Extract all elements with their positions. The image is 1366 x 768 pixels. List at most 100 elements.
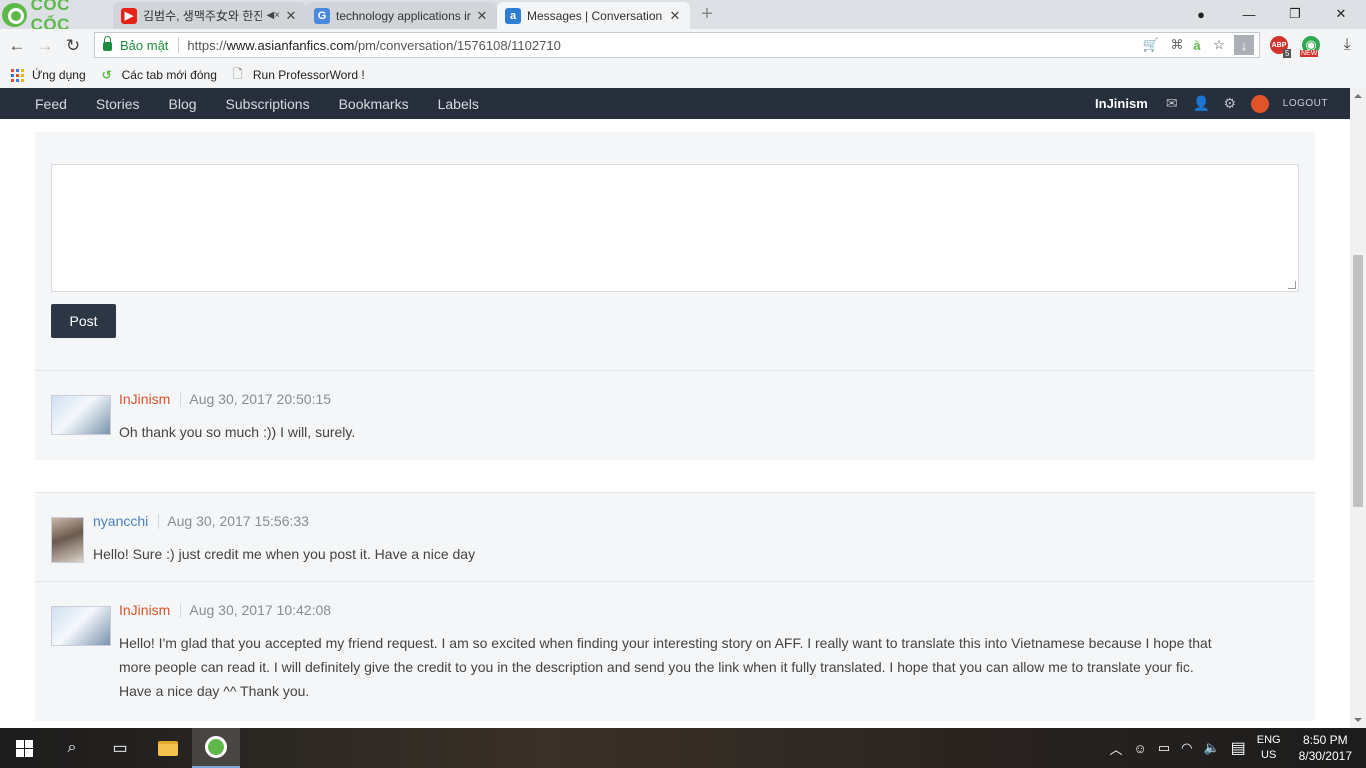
google-translate-icon: G (314, 7, 330, 24)
bookmark-professorword[interactable]: 🗋 Run ProfessorWord ! (231, 66, 365, 83)
chevron-up-icon[interactable]: ︿ (1110, 739, 1123, 758)
forward-button[interactable]: → (34, 35, 56, 57)
browser-brand-logo[interactable]: CỐC CỐC (2, 0, 110, 34)
bookmark-label: Các tab mới đóng (121, 68, 217, 82)
browser-tab-messages[interactable]: a Messages | Conversation - ✕ (497, 2, 690, 29)
avatar[interactable] (51, 517, 84, 563)
nav-subscriptions[interactable]: Subscriptions (226, 96, 310, 112)
message-author[interactable]: nyancchi (93, 513, 148, 529)
nav-bookmarks[interactable]: Bookmarks (339, 96, 409, 112)
bookmark-label: Ứng dụng (32, 68, 86, 82)
start-button[interactable] (0, 728, 48, 768)
message-item: nyancchi Aug 30, 2017 15:56:33 Hello! Su… (35, 492, 1315, 582)
message-date: Aug 30, 2017 20:50:15 (189, 391, 332, 407)
close-window-button[interactable]: ✕ (1318, 0, 1364, 28)
scroll-down-icon[interactable] (1354, 718, 1362, 722)
tab-close-icon[interactable]: ✕ (668, 8, 682, 24)
site-logo-icon[interactable] (1250, 94, 1269, 113)
windows-logo-icon (15, 739, 33, 757)
file-explorer-icon[interactable] (144, 728, 192, 768)
post-button[interactable]: Post (51, 304, 116, 338)
avatar[interactable] (51, 395, 111, 435)
history-icon: ↺ (101, 68, 112, 82)
message-author[interactable]: InJinism (119, 602, 170, 618)
profile-icon[interactable]: ● (1178, 0, 1224, 28)
conversation-content: Post InJinism Aug 30, 2017 20:50:15 Oh t… (0, 119, 1350, 728)
secure-label: Bảo mật (120, 37, 169, 53)
tab-title: Messages | Conversation - (527, 8, 664, 23)
new-tab-button[interactable]: + (697, 4, 717, 24)
browser-tab-strip: CỐC CỐC ▶ 김범수, 생맥주女와 한잔 ◀× ✕ G technolog… (0, 0, 1366, 34)
tab-title: technology applications in (336, 8, 471, 23)
tab-title: 김범수, 생맥주女와 한잔 (143, 9, 263, 23)
mail-icon[interactable]: ✉ (1164, 95, 1180, 112)
windows-taskbar: ⌕ ▭ ︿ ☺ ▭ ◠ 🔈 ▤ ENG US 8:50 PM 8/30/2017 (0, 728, 1366, 768)
resize-handle-icon[interactable] (1288, 281, 1296, 289)
bookmark-star-icon[interactable]: ☆ (1210, 36, 1228, 54)
scroll-up-icon[interactable] (1354, 94, 1362, 98)
people-icon[interactable]: ☺ (1134, 741, 1147, 756)
coccoc-taskbar-icon[interactable] (192, 728, 240, 768)
address-bar[interactable]: Bảo mật https://www.asianfanfics.com/pm/… (94, 32, 1260, 58)
search-icon[interactable]: ⌕ (48, 728, 96, 768)
minimize-button[interactable]: — (1226, 0, 1272, 28)
bookmark-label: Run ProfessorWord ! (252, 68, 365, 82)
system-tray: ︿ ☺ ▭ ◠ 🔈 ▤ ENG US 8:50 PM 8/30/2017 (1110, 728, 1366, 768)
notifications-icon[interactable]: ▤ (1231, 738, 1246, 758)
nav-blog[interactable]: Blog (169, 96, 197, 112)
asianfanfics-icon: a (505, 7, 521, 24)
message-body: Oh thank you so much :)) I will, surely. (119, 424, 356, 440)
browser-tab-translate[interactable]: G technology applications in ✕ (306, 2, 497, 29)
message-body: Hello! Sure :) just credit me when you p… (93, 546, 476, 562)
settings-gear-icon[interactable]: ⚙ (1222, 95, 1238, 112)
back-button[interactable]: ← (6, 35, 28, 57)
battery-icon[interactable]: ▭ (1158, 740, 1170, 756)
nav-feed[interactable]: Feed (35, 96, 67, 112)
apps-grid-icon (10, 68, 24, 82)
new-badge: NEW (1300, 50, 1319, 57)
bookmark-apps[interactable]: Ứng dụng (10, 68, 86, 82)
bookmarks-bar: Ứng dụng ↺ Các tab mới đóng 🗋 Run Profes… (0, 62, 1366, 88)
shopping-cart-icon[interactable]: 🛒 (1142, 36, 1160, 54)
volume-icon[interactable]: 🔈 (1203, 740, 1219, 756)
tab-close-icon[interactable]: ✕ (475, 8, 489, 24)
download-manager-icon[interactable]: ↓ (1234, 35, 1254, 55)
friends-icon[interactable]: 👤 (1193, 95, 1210, 112)
nav-username[interactable]: InJinism (1095, 96, 1148, 111)
accent-icon[interactable]: à (1188, 36, 1206, 54)
bookmark-recent-tabs[interactable]: ↺ Các tab mới đóng (100, 68, 217, 82)
youtube-icon: ▶ (121, 7, 137, 24)
page-scrollbar[interactable] (1350, 88, 1366, 728)
lock-icon (103, 36, 112, 51)
wifi-icon[interactable]: ◠ (1181, 740, 1192, 756)
adblock-count: 5 (1283, 49, 1292, 58)
reply-textarea[interactable] (51, 164, 1299, 292)
message-item: InJinism Aug 30, 2017 10:42:08 Hello! I'… (35, 581, 1315, 721)
site-navigation-bar: Feed Stories Blog Subscriptions Bookmark… (0, 88, 1350, 119)
nav-labels[interactable]: Labels (438, 96, 479, 112)
message-author[interactable]: InJinism (119, 391, 170, 407)
tab-close-icon[interactable]: ✕ (284, 8, 298, 24)
message-date: Aug 30, 2017 10:42:08 (189, 602, 332, 618)
download-icon[interactable]: ⤓ (1338, 36, 1356, 54)
url-text: https://www.asianfanfics.com/pm/conversa… (187, 37, 561, 53)
input-language[interactable]: ENG US (1257, 733, 1281, 763)
message-body: Hello! I'm glad that you accepted my fri… (119, 635, 1212, 699)
reload-button[interactable]: ↻ (62, 35, 84, 57)
browser-toolbar: ← → ↻ Bảo mật https://www.asianfanfics.c… (0, 29, 1366, 62)
translate-icon[interactable]: ⌘ (1168, 36, 1186, 54)
coccoc-logo-icon (2, 2, 27, 27)
browser-tab-youtube[interactable]: ▶ 김범수, 생맥주女와 한잔 ◀× ✕ (113, 2, 306, 29)
message-item: InJinism Aug 30, 2017 20:50:15 Oh thank … (35, 370, 1315, 460)
page-icon: 🗋 (233, 66, 243, 81)
logout-link[interactable]: LOGOUT (1283, 98, 1328, 109)
maximize-button[interactable]: ❐ (1272, 0, 1318, 28)
reply-panel: Post (35, 132, 1315, 370)
nav-stories[interactable]: Stories (96, 96, 140, 112)
task-view-icon[interactable]: ▭ (96, 728, 144, 768)
system-clock[interactable]: 8:50 PM 8/30/2017 (1299, 732, 1352, 764)
scrollbar-thumb[interactable] (1353, 255, 1363, 507)
message-date: Aug 30, 2017 15:56:33 (167, 513, 309, 529)
speaker-muted-icon[interactable]: ◀× (266, 10, 280, 21)
avatar[interactable] (51, 606, 111, 646)
